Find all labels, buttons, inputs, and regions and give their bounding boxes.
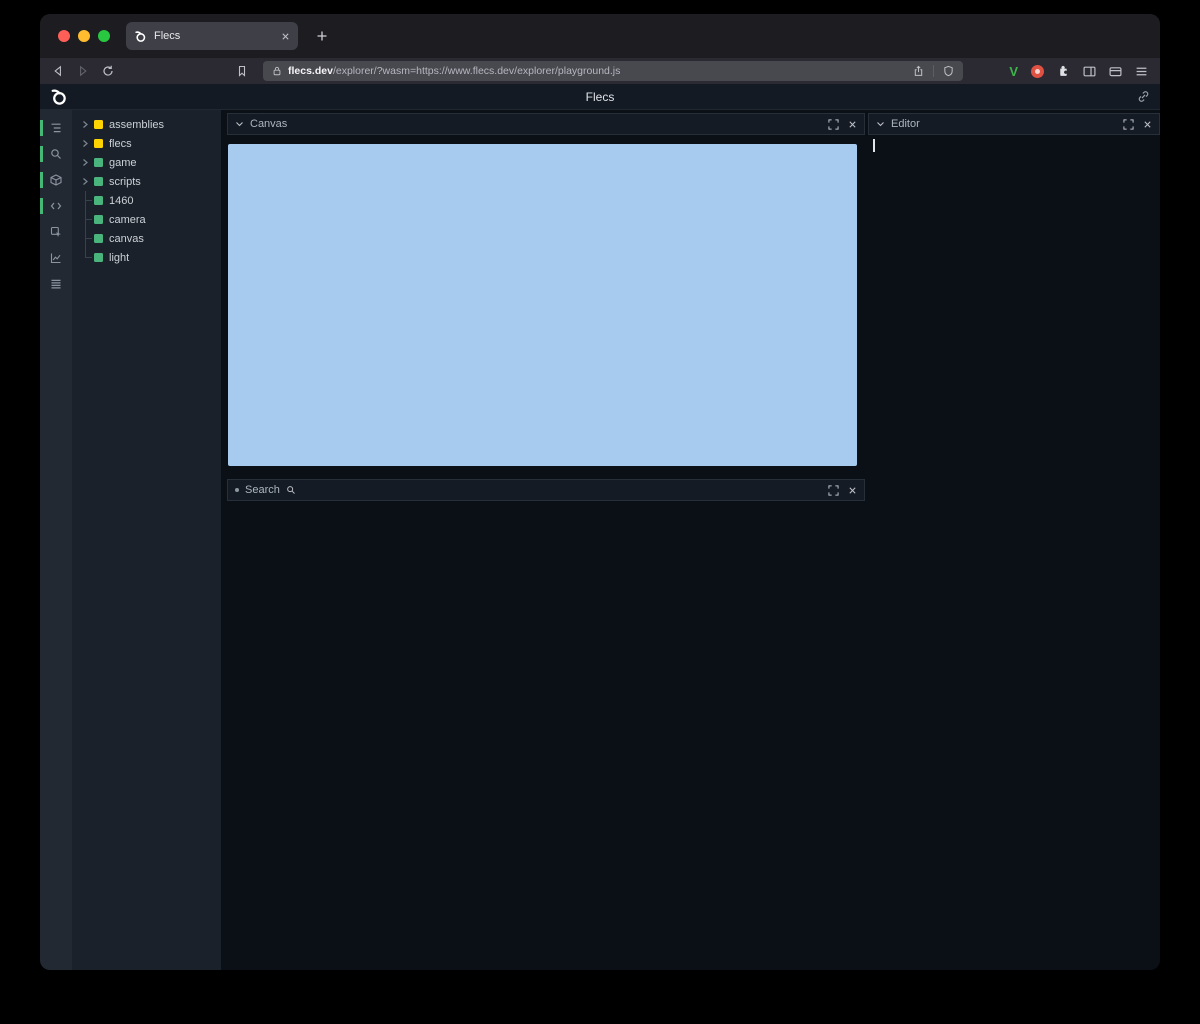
tool-sidebar: [40, 110, 72, 970]
search-icon[interactable]: [40, 141, 72, 167]
tree-item-label: scripts: [109, 176, 141, 188]
expand-chevron-icon[interactable]: [81, 177, 94, 186]
chart-icon[interactable]: [40, 245, 72, 271]
tree-item-label: flecs: [109, 138, 132, 150]
flecs-favicon: [134, 30, 147, 43]
tab-title: Flecs: [154, 30, 274, 42]
expand-chevron-icon[interactable]: [81, 120, 94, 129]
entity-color-swatch: [94, 177, 103, 186]
maximize-window-button[interactable]: [98, 30, 110, 42]
tree-connector-line: [81, 191, 94, 210]
close-icon[interactable]: [848, 120, 857, 129]
entity-color-swatch: [94, 158, 103, 167]
back-button[interactable]: [52, 65, 64, 77]
search-panel-header[interactable]: Search: [227, 479, 865, 501]
forward-button[interactable]: [77, 65, 89, 77]
expand-chevron-icon[interactable]: [81, 139, 94, 148]
fullscreen-icon[interactable]: [828, 119, 839, 130]
flecs-logo-icon: [50, 88, 68, 106]
search-panel-title: Search: [245, 484, 280, 496]
tree-item-flecs[interactable]: flecs: [72, 134, 221, 153]
chevron-down-icon[interactable]: [876, 120, 885, 128]
browser-tab[interactable]: Flecs: [126, 22, 298, 50]
vimium-extension-icon[interactable]: V: [1009, 64, 1018, 79]
entity-tree-panel: assemblies flecs game scripts 1460: [72, 110, 221, 970]
url-bar[interactable]: flecs.dev/explorer/?wasm=https://www.fle…: [263, 61, 963, 81]
main-area: Canvas Search Editor: [221, 110, 1160, 970]
canvas-panel-title: Canvas: [250, 118, 287, 130]
inspect-icon[interactable]: [40, 219, 72, 245]
window-controls: [58, 30, 110, 42]
reload-button[interactable]: [102, 65, 114, 77]
menu-hamburger-icon[interactable]: [1135, 65, 1148, 78]
url-domain: flecs.dev: [288, 65, 333, 77]
tree-item-label: game: [109, 157, 137, 169]
tree-item-canvas[interactable]: canvas: [72, 229, 221, 248]
canvas-panel-header[interactable]: Canvas: [227, 113, 865, 135]
url-text: flecs.dev/explorer/?wasm=https://www.fle…: [288, 65, 620, 77]
magnifier-icon: [286, 485, 296, 495]
tree-item-label: light: [109, 252, 129, 264]
tree-item-camera[interactable]: camera: [72, 210, 221, 229]
sidebar-toggle-icon[interactable]: [1083, 65, 1096, 78]
tree-item-label: camera: [109, 214, 146, 226]
editor-panel-title: Editor: [891, 118, 920, 130]
url-path: /explorer/?wasm=https://www.flecs.dev/ex…: [333, 65, 620, 77]
tree-icon[interactable]: [40, 115, 72, 141]
tree-connector-line: [81, 229, 94, 248]
tab-close-icon[interactable]: [281, 32, 290, 41]
browser-tab-bar: Flecs: [40, 14, 1160, 58]
close-window-button[interactable]: [58, 30, 70, 42]
page-title: Flecs: [40, 90, 1160, 104]
tree-connector-line: [81, 248, 94, 267]
tree-item-scripts[interactable]: scripts: [72, 172, 221, 191]
fullscreen-icon[interactable]: [828, 485, 839, 496]
entity-color-swatch: [94, 253, 103, 262]
tree-item-label: canvas: [109, 233, 144, 245]
tree-item-assemblies[interactable]: assemblies: [72, 115, 221, 134]
fullscreen-icon[interactable]: [1123, 119, 1134, 130]
render-canvas[interactable]: [228, 144, 857, 466]
share-icon[interactable]: [913, 65, 924, 77]
entity-color-swatch: [94, 215, 103, 224]
browser-window: Flecs flecs.dev/explorer/?wasm=https:/: [40, 14, 1160, 970]
code-icon[interactable]: [40, 193, 72, 219]
tree-item-label: 1460: [109, 195, 133, 207]
code-editor[interactable]: [868, 135, 1160, 970]
url-bar-divider: [933, 65, 934, 77]
tree-item-1460[interactable]: 1460: [72, 191, 221, 210]
chevron-down-icon[interactable]: [235, 120, 244, 128]
bookmark-icon[interactable]: [236, 65, 248, 77]
expand-chevron-icon[interactable]: [81, 158, 94, 167]
puzzle-extensions-icon[interactable]: [1057, 65, 1070, 78]
entity-color-swatch: [94, 234, 103, 243]
blocker-extension-icon[interactable]: [1031, 65, 1044, 78]
wallet-icon[interactable]: [1109, 65, 1122, 78]
shield-icon[interactable]: [943, 65, 954, 77]
tree-item-light[interactable]: light: [72, 248, 221, 267]
tree-item-game[interactable]: game: [72, 153, 221, 172]
new-tab-button[interactable]: [316, 30, 328, 42]
entity-color-swatch: [94, 196, 103, 205]
text-caret: [873, 139, 875, 152]
close-icon[interactable]: [1143, 120, 1152, 129]
tree-item-label: assemblies: [109, 119, 164, 131]
lock-icon: [272, 66, 282, 76]
tree-connector-line: [81, 210, 94, 229]
entity-color-swatch: [94, 120, 103, 129]
app-header: Flecs: [40, 84, 1160, 110]
entity-color-swatch: [94, 139, 103, 148]
share-link-icon[interactable]: [1137, 90, 1150, 103]
browser-nav-bar: flecs.dev/explorer/?wasm=https://www.fle…: [40, 58, 1160, 84]
close-icon[interactable]: [848, 486, 857, 495]
minimize-window-button[interactable]: [78, 30, 90, 42]
rows-icon[interactable]: [40, 271, 72, 297]
collapsed-dot-icon[interactable]: [235, 488, 239, 492]
editor-panel-header[interactable]: Editor: [868, 113, 1160, 135]
cube-icon[interactable]: [40, 167, 72, 193]
